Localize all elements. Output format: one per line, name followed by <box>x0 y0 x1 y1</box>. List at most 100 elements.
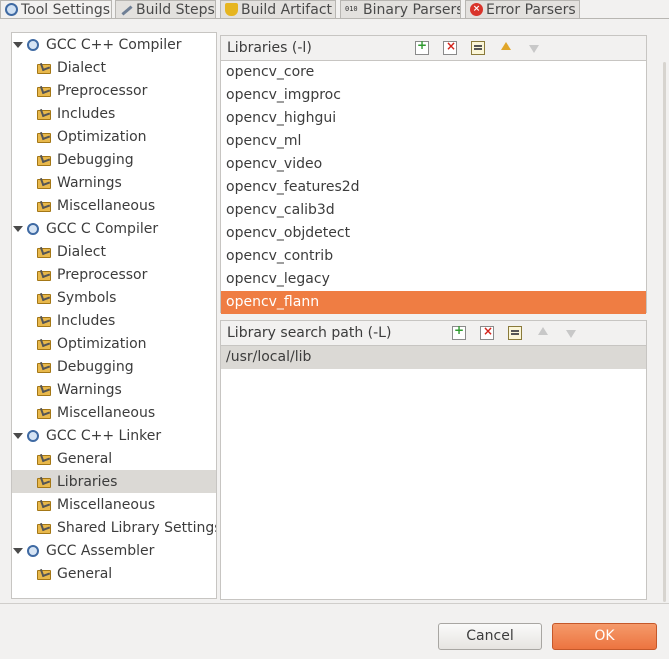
tab-build-steps[interactable]: Build Steps <box>115 0 216 18</box>
tool-gear-icon <box>27 429 39 442</box>
tree-item-label: Debugging <box>57 358 134 375</box>
tree-item[interactable]: Debugging <box>12 148 216 171</box>
tree-item-label: Debugging <box>57 151 134 168</box>
add-path-icon[interactable] <box>452 323 466 340</box>
library-item[interactable]: opencv_legacy <box>221 268 646 291</box>
settings-folder-icon <box>37 269 52 281</box>
tab-binary-parsers[interactable]: 010 Binary Parsers <box>340 0 461 18</box>
tree-item[interactable]: Preprocessor <box>12 79 216 102</box>
tree-item[interactable]: Includes <box>12 102 216 125</box>
tree-item-label: Symbols <box>57 289 117 306</box>
library-item[interactable]: opencv_flann <box>221 291 646 314</box>
library-item[interactable]: opencv_highgui <box>221 107 646 130</box>
tool-gear-icon <box>27 222 39 235</box>
tool-settings-tree[interactable]: GCC C++ Compiler Dialect Preprocessor Inclu… <box>11 32 217 599</box>
library-item[interactable]: opencv_calib3d <box>221 199 646 222</box>
ok-button[interactable]: OK <box>552 623 657 650</box>
settings-folder-icon <box>37 246 52 258</box>
tree-item[interactable]: General <box>12 562 216 585</box>
tree-item-label: Includes <box>57 105 116 122</box>
move-up-icon[interactable] <box>499 41 513 55</box>
settings-folder-icon <box>37 108 52 120</box>
library-item[interactable]: opencv_core <box>221 61 646 84</box>
settings-folder-icon <box>37 384 52 396</box>
settings-folder-icon <box>37 315 52 327</box>
settings-folder-icon <box>37 476 52 488</box>
libraries-title: Libraries (-l) <box>227 40 312 56</box>
tree-item-label: Optimization <box>57 128 147 145</box>
cancel-button[interactable]: Cancel <box>438 623 542 650</box>
footer-divider <box>0 603 669 604</box>
settings-folder-icon <box>37 338 52 350</box>
tab-bar: Tool Settings Build Steps Build Artifact… <box>0 0 669 18</box>
tree-category[interactable]: GCC C++ Linker <box>12 424 216 447</box>
move-down-icon <box>527 41 541 55</box>
tree-item[interactable]: Optimization <box>12 125 216 148</box>
tree-item[interactable]: Warnings <box>12 378 216 401</box>
tree-item[interactable]: Miscellaneous <box>12 401 216 424</box>
tree-item[interactable]: Preprocessor <box>12 263 216 286</box>
expand-arrow-icon[interactable] <box>13 432 23 439</box>
library-search-path-header: Library search path (-L) <box>221 321 646 346</box>
tree-item-label: Miscellaneous <box>57 496 156 513</box>
settings-folder-icon <box>37 568 52 580</box>
delete-library-icon[interactable] <box>443 39 457 55</box>
edit-library-icon[interactable] <box>471 41 485 55</box>
tree-item[interactable]: Dialect <box>12 240 216 263</box>
tab-tool-settings[interactable]: Tool Settings <box>0 0 112 18</box>
tree-item[interactable]: Debugging <box>12 355 216 378</box>
tree-category-label: GCC C++ Compiler <box>46 36 182 53</box>
tree-item-label: Warnings <box>57 174 122 191</box>
library-item[interactable]: opencv_video <box>221 153 646 176</box>
move-up-icon <box>536 326 550 340</box>
tab-label: Binary Parsers <box>363 1 461 18</box>
tab-error-parsers[interactable]: × Error Parsers <box>465 0 580 18</box>
library-item[interactable]: opencv_contrib <box>221 245 646 268</box>
expand-arrow-icon[interactable] <box>13 547 23 554</box>
error-icon: × <box>470 3 483 16</box>
delete-path-icon[interactable] <box>480 324 494 340</box>
tab-label: Error Parsers <box>486 1 576 18</box>
tree-item[interactable]: General <box>12 447 216 470</box>
tree-item[interactable]: Shared Library Settings <box>12 516 216 539</box>
tab-label: Tool Settings <box>21 1 111 18</box>
tree-category[interactable]: GCC C++ Compiler <box>12 33 216 56</box>
edit-path-icon[interactable] <box>508 326 522 340</box>
library-item[interactable]: opencv_ml <box>221 130 646 153</box>
tree-item[interactable]: Symbols <box>12 286 216 309</box>
tree-category[interactable]: GCC C Compiler <box>12 217 216 240</box>
tree-item-label: Preprocessor <box>57 266 148 283</box>
settings-folder-icon <box>37 453 52 465</box>
wrench-icon <box>120 3 133 16</box>
libraries-panel: Libraries (-l) opencv_coreopencv_imgproc… <box>220 35 647 314</box>
libraries-panel-header: Libraries (-l) <box>221 36 646 61</box>
settings-folder-icon <box>37 131 52 143</box>
move-down-icon <box>564 326 578 340</box>
tree-item-label: Warnings <box>57 381 122 398</box>
tool-gear-icon <box>27 544 39 557</box>
library-search-path-title: Library search path (-L) <box>227 325 392 341</box>
library-item[interactable]: opencv_objdetect <box>221 222 646 245</box>
tree-item[interactable]: Optimization <box>12 332 216 355</box>
tree-category-label: GCC C++ Linker <box>46 427 162 444</box>
search-path-item[interactable]: /usr/local/lib <box>221 346 646 369</box>
tree-item[interactable]: Includes <box>12 309 216 332</box>
tree-item[interactable]: Miscellaneous <box>12 493 216 516</box>
tree-item[interactable]: Miscellaneous <box>12 194 216 217</box>
tree-category[interactable]: GCC Assembler <box>12 539 216 562</box>
tab-build-artifact[interactable]: Build Artifact <box>220 0 336 18</box>
settings-folder-icon <box>37 499 52 511</box>
settings-folder-icon <box>37 407 52 419</box>
library-item[interactable]: opencv_imgproc <box>221 84 646 107</box>
tree-item[interactable]: Dialect <box>12 56 216 79</box>
tree-item-label: Miscellaneous <box>57 197 156 214</box>
expand-arrow-icon[interactable] <box>13 41 23 48</box>
gear-icon <box>5 3 18 16</box>
add-library-icon[interactable] <box>415 38 429 55</box>
scrollbar[interactable] <box>663 62 666 602</box>
expand-arrow-icon[interactable] <box>13 225 23 232</box>
tree-item[interactable]: Warnings <box>12 171 216 194</box>
tree-item[interactable]: Libraries <box>12 470 216 493</box>
library-item[interactable]: opencv_features2d <box>221 176 646 199</box>
tree-item-label: Includes <box>57 312 116 329</box>
